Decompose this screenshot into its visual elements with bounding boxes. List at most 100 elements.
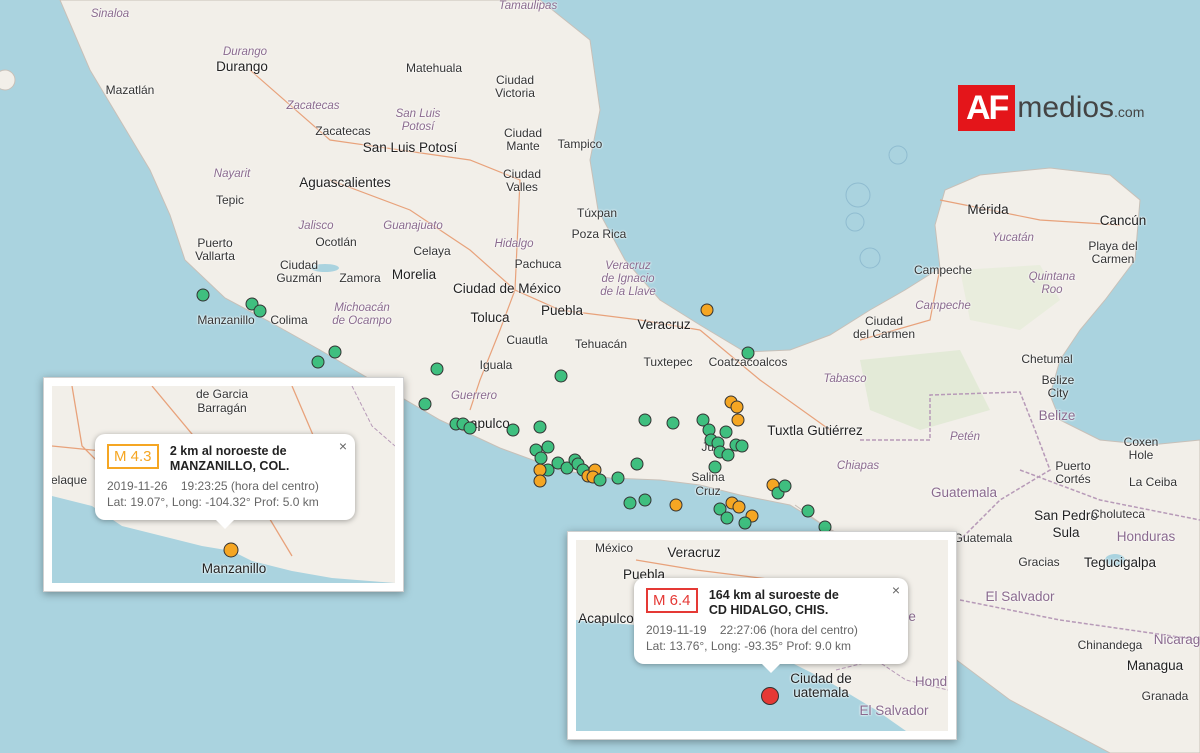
label-veracruz-state-3: de la Llave [600, 286, 656, 298]
quake-marker[interactable] [638, 413, 652, 427]
quake-marker[interactable] [778, 479, 792, 493]
quake-marker[interactable] [638, 493, 652, 507]
inset-left-label-garcia-2: Barragán [197, 401, 247, 415]
label-salina-cruz-1: Salina [691, 470, 725, 484]
location-heading: 164 km al suroeste de CD HIDALGO, CHIS. [708, 588, 839, 617]
quake-marker[interactable] [721, 448, 735, 462]
quake-marker-selected[interactable] [761, 687, 779, 705]
label-zacatecas: Zacatecas [315, 124, 371, 138]
label-honduras: Honduras [1116, 529, 1176, 544]
label-chetumal: Chetumal [1021, 352, 1073, 366]
close-icon[interactable]: × [892, 582, 900, 598]
quake-marker[interactable] [731, 413, 745, 427]
label-playa-2: Carmen [1091, 252, 1135, 266]
quake-marker[interactable] [593, 473, 607, 487]
label-belize-city-2: City [1047, 386, 1069, 400]
label-durango-state: Durango [222, 46, 268, 58]
label-ciudad-mante-2: Mante [506, 139, 540, 153]
label-sinaloa: Sinaloa [90, 8, 130, 20]
quake-marker[interactable] [253, 304, 267, 318]
label-ciudad-carmen-2: del Carmen [852, 327, 916, 341]
quake-marker[interactable] [735, 439, 749, 453]
label-gracias: Gracias [1018, 555, 1060, 569]
quake-marker[interactable] [666, 416, 680, 430]
label-colima: Colima [270, 313, 308, 327]
quake-marker[interactable] [463, 421, 477, 435]
quake-coords: Lat: 13.76°, Long: -93.35° Prof: 9.0 km [646, 639, 852, 654]
logo-badge: AF [958, 85, 1016, 131]
quake-marker[interactable] [741, 346, 755, 360]
label-ciudad-victoria-2: Victoria [495, 86, 535, 100]
quake-marker[interactable] [533, 474, 547, 488]
quake-marker[interactable] [534, 451, 548, 465]
quake-marker[interactable] [328, 345, 342, 359]
label-peten: Petén [949, 431, 981, 443]
magnitude-badge: M 6.4 [646, 588, 698, 613]
quake-marker[interactable] [732, 500, 746, 514]
label-michoacan-1: Michoacán [334, 302, 390, 314]
inset-manzanillo-map[interactable]: de Garcia Barragán Melaque Manzanillo × … [52, 386, 395, 583]
inset-left-label-garcia-1: de Garcia [195, 387, 249, 401]
label-la-ceiba: La Ceiba [1128, 475, 1178, 489]
quake-marker[interactable] [541, 440, 555, 454]
label-salina-cruz-2: Cruz [695, 484, 721, 498]
label-hidalgo: Hidalgo [494, 238, 534, 250]
label-pachuca: Pachuca [514, 257, 562, 271]
label-veracruz-state-1: Veracruz [605, 260, 651, 272]
label-granada: Granada [1141, 689, 1189, 703]
label-quintana-2: Roo [1041, 284, 1063, 296]
label-coxen-2: Hole [1128, 448, 1154, 462]
quake-marker[interactable] [623, 496, 637, 510]
label-michoacan-2: de Ocampo [332, 315, 392, 327]
label-cuautla: Cuautla [506, 333, 548, 347]
quake-marker[interactable] [730, 400, 744, 414]
quake-marker[interactable] [708, 460, 722, 474]
label-merida: Mérida [967, 202, 1009, 217]
inset-right-label-el-salvador: El Salvador [859, 703, 929, 718]
label-zacatecas-state: Zacatecas [286, 100, 340, 112]
quake-marker[interactable] [533, 420, 547, 434]
label-morelia: Morelia [391, 267, 437, 282]
quake-marker[interactable] [506, 423, 520, 437]
quake-marker[interactable] [801, 504, 815, 518]
quake-date: 2019-11-26 [107, 479, 168, 493]
inset-right-label-ciudad-gt-2: uatemala [793, 685, 849, 700]
label-celaya: Celaya [413, 244, 451, 258]
quake-marker[interactable] [311, 355, 325, 369]
label-san-pedro-2: Sula [1052, 525, 1080, 540]
quake-marker[interactable] [196, 288, 210, 302]
logo-text: medios.com [1017, 91, 1145, 124]
inset-left-label-melaque: Melaque [52, 473, 88, 487]
quake-marker[interactable] [738, 516, 752, 530]
label-aguascalientes: Aguascalientes [299, 175, 391, 190]
label-choluteca: Choluteca [1090, 507, 1146, 521]
quake-marker[interactable] [418, 397, 432, 411]
quake-marker[interactable] [719, 425, 733, 439]
label-el-salvador: El Salvador [985, 589, 1055, 604]
quake-meta: 2019-11-26 19:23:25 (hora del centro) La… [107, 478, 343, 510]
quake-marker[interactable] [611, 471, 625, 485]
inset-guatemala: México Veracruz Puebla Acapulco elize Ci… [567, 531, 957, 740]
quake-marker-selected[interactable] [223, 542, 239, 558]
label-toluca: Toluca [470, 310, 510, 325]
label-san-luis-state-1: San Luis [395, 108, 441, 120]
label-mazatlan: Mazatlán [105, 83, 155, 97]
label-tepic: Tepic [215, 193, 245, 207]
inset-guatemala-map[interactable]: México Veracruz Puebla Acapulco elize Ci… [576, 540, 948, 731]
close-icon[interactable]: × [339, 438, 347, 454]
label-cancun: Cancún [1099, 213, 1147, 228]
label-tampico: Tampico [557, 137, 603, 151]
quake-marker[interactable] [720, 511, 734, 525]
label-guzman-2: Guzmán [276, 271, 322, 285]
quake-marker[interactable] [700, 303, 714, 317]
quake-time: 22:27:06 (hora del centro) [719, 623, 858, 637]
quake-popup: × M 6.4 164 km al suroeste de CD HIDALGO… [634, 578, 908, 674]
inset-left-label-manzanillo: Manzanillo [201, 561, 267, 576]
quake-marker[interactable] [630, 457, 644, 471]
afmedios-logo: AF medios.com [958, 80, 1144, 136]
inset-right-label-acapulco: Acapulco [578, 611, 634, 626]
quake-marker[interactable] [554, 369, 568, 383]
quake-marker[interactable] [669, 498, 683, 512]
quake-marker[interactable] [430, 362, 444, 376]
label-tamaulipas: Tamaulipas [498, 0, 558, 12]
